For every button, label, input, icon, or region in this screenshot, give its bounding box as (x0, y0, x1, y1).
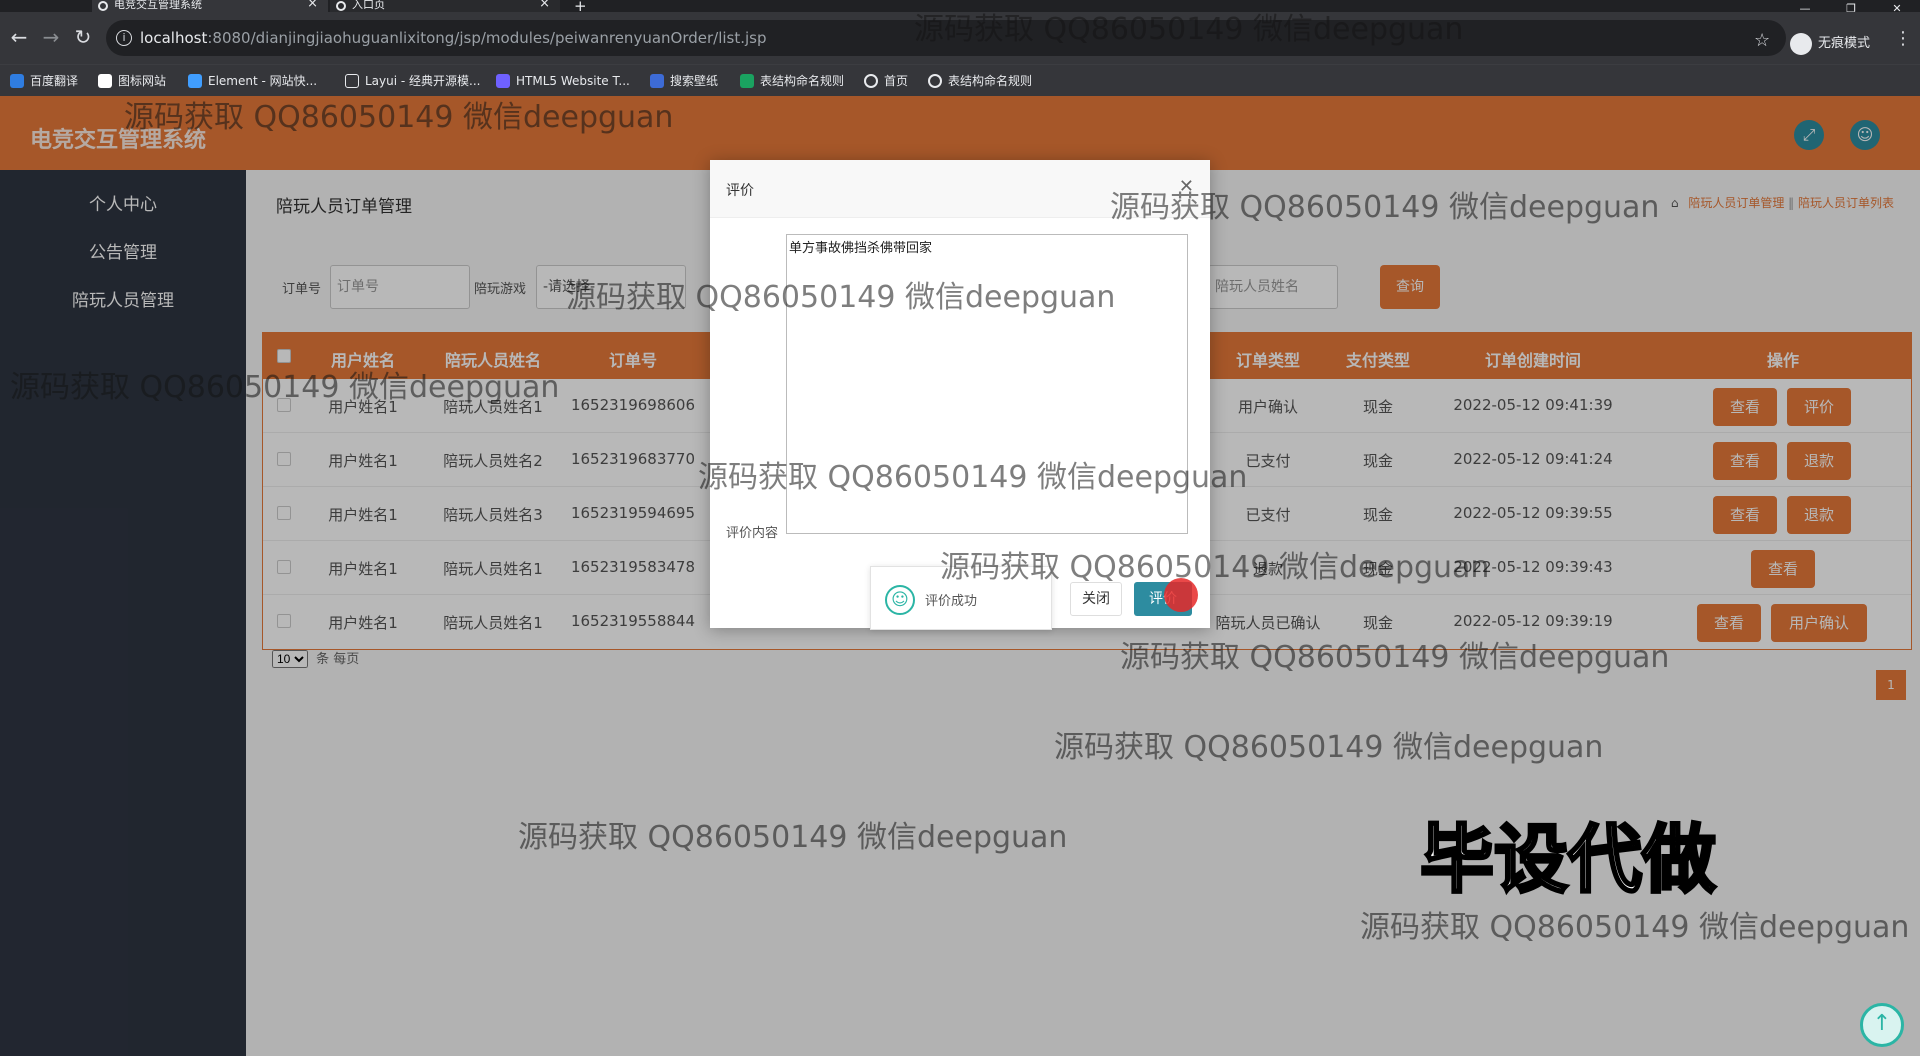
bookmark-label: 表结构命名规则 (760, 74, 845, 88)
translate-icon (10, 74, 24, 88)
promo-stamp: 毕设代做 (1419, 816, 1718, 905)
bookmark-label: 图标网站 (118, 74, 167, 88)
bookmark-item[interactable]: 表结构命名规则 (740, 72, 844, 90)
browser-tab-active[interactable]: 电竞交互管理系统 × (92, 0, 328, 12)
bookmark-item[interactable]: 首页 (864, 72, 908, 90)
bookmark-item[interactable]: 百度翻译 (10, 72, 78, 90)
bookmark-label: 首页 (884, 74, 909, 88)
bookmark-label: 搜索壁纸 (670, 74, 719, 88)
bookmark-item[interactable]: 搜索壁纸 (650, 72, 718, 90)
element-icon (188, 74, 202, 88)
url-host: localhost (140, 29, 208, 47)
flag-icon (98, 74, 112, 88)
cursor-click-indicator (1164, 578, 1198, 612)
dialog-title: 评价 (726, 183, 754, 199)
globe-icon (336, 1, 346, 11)
back-to-top-icon[interactable]: ↑ (1860, 1003, 1904, 1047)
html5-icon (496, 74, 510, 88)
incognito-badge[interactable]: 无痕模式 (1790, 32, 1870, 55)
bookmark-label: Element - 网站快... (208, 74, 318, 88)
browser-tab-strip: 电竞交互管理系统 × 入口页 × + — ❐ ✕ (0, 0, 1920, 15)
dialog-header: 评价 ✕ (710, 160, 1210, 218)
address-bar[interactable]: i localhost:8080/dianjingjiaohuguanlixit… (106, 20, 1786, 56)
bookmark-label: HTML5 Website T... (516, 74, 630, 88)
bookmark-star-icon[interactable]: ☆ (1754, 30, 1770, 51)
globe-icon (98, 1, 108, 11)
browser-tab[interactable]: 入口页 × (330, 0, 560, 12)
tab-title: 入口页 (352, 0, 385, 11)
success-toast: ☺ 评价成功 (870, 566, 1052, 630)
reload-icon[interactable]: ↻ (70, 25, 96, 51)
back-icon[interactable]: ← (6, 25, 32, 51)
browser-toolbar: ← → ↻ i localhost:8080/dianjingjiaohugua… (0, 12, 1920, 64)
dialog-footer: ☺ 评价成功 关闭 评价 (710, 550, 1210, 630)
tab-close-icon[interactable]: × (307, 0, 318, 10)
close-icon[interactable]: ✕ (1179, 176, 1194, 197)
bookmark-item[interactable]: Layui - 经典开源模... (345, 72, 480, 90)
review-content-textarea[interactable]: 单方事故佛挡杀佛带回家 (786, 234, 1188, 534)
url-path: :8080/dianjingjiaohuguanlixitong/jsp/mod… (207, 29, 767, 47)
layui-icon (345, 74, 359, 88)
forward-icon[interactable]: → (38, 25, 64, 51)
globe-icon (864, 74, 878, 88)
window-controls: — ❐ ✕ (1782, 0, 1920, 14)
bookmark-item[interactable]: HTML5 Website T... (496, 72, 630, 90)
tab-title: 电竞交互管理系统 (114, 0, 202, 11)
bookmark-label: Layui - 经典开源模... (365, 74, 481, 88)
toast-message: 评价成功 (925, 594, 978, 609)
bookmark-item[interactable]: Element - 网站快... (188, 72, 317, 90)
info-icon[interactable]: i (116, 30, 132, 46)
globe-icon (928, 74, 942, 88)
incognito-icon (1790, 32, 1812, 55)
bookmark-label: 表结构命名规则 (948, 74, 1033, 88)
bookmarks-bar: 百度翻译 图标网站 Element - 网站快... Layui - 经典开源模… (0, 64, 1920, 96)
bookmark-item[interactable]: 图标网站 (98, 72, 166, 90)
wallpaper-icon (650, 74, 664, 88)
incognito-label: 无痕模式 (1818, 36, 1871, 51)
review-content-label: 评价内容 (726, 526, 779, 541)
close-button[interactable]: 关闭 (1070, 582, 1122, 616)
sheet-icon (740, 74, 754, 88)
smile-icon: ☺ (885, 585, 915, 615)
review-dialog: 评价 ✕ 评价内容 单方事故佛挡杀佛带回家 ☺ 评价成功 关闭 评价 (710, 160, 1210, 630)
bookmark-item[interactable]: 表结构命名规则 (928, 72, 1032, 90)
more-menu-icon[interactable]: ⋮ (1894, 28, 1912, 49)
bookmark-label: 百度翻译 (30, 74, 79, 88)
tab-close-icon[interactable]: × (539, 0, 550, 10)
